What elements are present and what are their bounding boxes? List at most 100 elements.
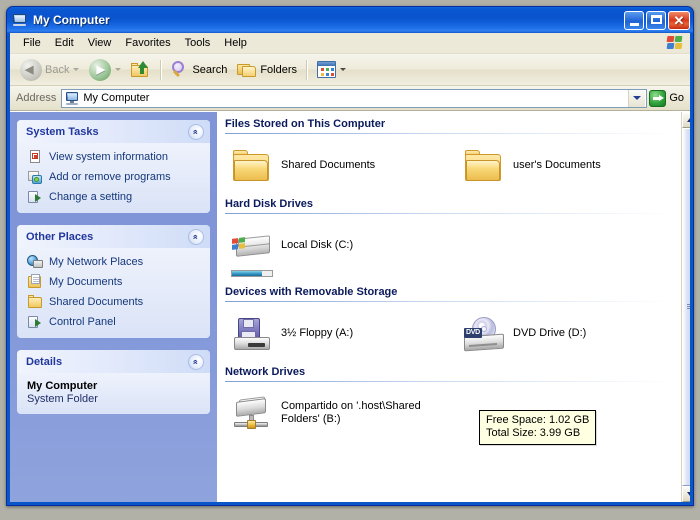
- search-label: Search: [192, 64, 227, 76]
- group-row-hard-disk-drives: Local Disk (C:): [217, 216, 681, 280]
- chevron-up-icon[interactable]: «: [188, 229, 204, 245]
- panel-system-tasks: System Tasks « View system information A…: [17, 120, 210, 213]
- panel-other-places-header[interactable]: Other Places «: [17, 225, 210, 248]
- link-my-network-places[interactable]: My Network Places: [27, 254, 202, 270]
- address-input[interactable]: My Computer: [61, 89, 647, 108]
- chevron-up-icon[interactable]: «: [188, 124, 204, 140]
- link-my-documents[interactable]: My Documents: [27, 274, 202, 290]
- tooltip-free-space: Free Space: 1.02 GB: [486, 414, 589, 427]
- address-dropdown-button[interactable]: [628, 90, 645, 107]
- panel-system-tasks-body: View system information Add or remove pr…: [17, 143, 210, 213]
- link-change-a-setting[interactable]: Change a setting: [27, 189, 202, 205]
- tooltip-total-size: Total Size: 3.99 GB: [486, 427, 589, 440]
- group-divider: [225, 301, 675, 302]
- forward-dropdown-icon[interactable]: [115, 68, 121, 71]
- back-arrow-icon: ◀: [20, 59, 42, 81]
- window-titlebar[interactable]: My Computer ✕: [7, 7, 693, 33]
- search-button[interactable]: Search: [166, 57, 232, 83]
- link-label: View system information: [49, 151, 168, 163]
- menu-bar: File Edit View Favorites Tools Help: [10, 33, 690, 54]
- group-header-label: Hard Disk Drives: [225, 198, 313, 210]
- link-label: Add or remove programs: [49, 171, 171, 183]
- group-header-removable-storage: Devices with Removable Storage: [217, 282, 681, 304]
- group-row-removable-storage: 3½ Floppy (A:) DVD DVD Drive (D:): [217, 304, 681, 360]
- menu-item-edit[interactable]: Edit: [48, 35, 81, 51]
- go-arrow-icon: [649, 90, 666, 107]
- hard-disk-icon: [231, 226, 273, 266]
- my-documents-icon: [27, 274, 43, 290]
- window-controls: ✕: [624, 11, 690, 30]
- group-header-hard-disk-drives: Hard Disk Drives: [217, 194, 681, 216]
- file-item-dvd-drive-d[interactable]: DVD DVD Drive (D:): [449, 314, 681, 354]
- link-label: My Network Places: [49, 256, 143, 268]
- file-item-label: Shared Documents: [281, 146, 375, 172]
- control-panel-icon: [27, 189, 43, 205]
- views-button[interactable]: [312, 57, 351, 83]
- up-button[interactable]: [126, 57, 156, 83]
- file-item-label: Local Disk (C:): [281, 226, 353, 252]
- file-item-floppy-a[interactable]: 3½ Floppy (A:): [217, 314, 449, 354]
- group-header-files-stored: Files Stored on This Computer: [217, 114, 681, 136]
- back-dropdown-icon[interactable]: [73, 68, 79, 71]
- menu-item-help[interactable]: Help: [217, 35, 254, 51]
- group-divider: [225, 213, 675, 214]
- menu-item-view[interactable]: View: [81, 35, 119, 51]
- group-header-label: Devices with Removable Storage: [225, 286, 397, 298]
- link-shared-documents[interactable]: Shared Documents: [27, 294, 202, 310]
- up-folder-icon: [131, 61, 151, 79]
- file-item-local-disk-c[interactable]: Local Disk (C:): [217, 226, 449, 266]
- go-button[interactable]: Go: [647, 88, 688, 108]
- group-header-label: Files Stored on This Computer: [225, 118, 385, 130]
- address-value: My Computer: [83, 92, 149, 104]
- panel-other-places: Other Places « My Network Places My Docu…: [17, 225, 210, 338]
- scrollbar-track[interactable]: [682, 128, 690, 486]
- menu-item-favorites[interactable]: Favorites: [118, 35, 177, 51]
- add-remove-programs-icon: [27, 169, 43, 185]
- file-item-network-drive-b[interactable]: Compartido on '.host\Shared Folders' (B:…: [217, 394, 477, 434]
- file-item-label: user's Documents: [513, 146, 601, 172]
- group-divider: [225, 133, 675, 134]
- views-icon: [317, 61, 336, 78]
- chevron-down-icon: [633, 96, 641, 100]
- vertical-scrollbar[interactable]: [681, 112, 690, 502]
- file-item-users-documents[interactable]: user's Documents: [449, 146, 681, 186]
- chevron-up-icon[interactable]: «: [188, 354, 204, 370]
- link-add-or-remove-programs[interactable]: Add or remove programs: [27, 169, 202, 185]
- details-item-type: System Folder: [27, 393, 200, 405]
- maximize-button[interactable]: [646, 11, 666, 30]
- menu-item-tools[interactable]: Tools: [178, 35, 218, 51]
- toolbar-separator: [160, 60, 162, 80]
- link-control-panel[interactable]: Control Panel: [27, 314, 202, 330]
- panel-system-tasks-header[interactable]: System Tasks «: [17, 120, 210, 143]
- forward-button[interactable]: ▶: [84, 57, 126, 83]
- dvd-drive-icon: DVD: [463, 314, 505, 354]
- control-panel-icon: [27, 314, 43, 330]
- views-dropdown-icon[interactable]: [340, 68, 346, 71]
- link-view-system-information[interactable]: View system information: [27, 149, 202, 165]
- panel-system-tasks-title: System Tasks: [26, 126, 188, 138]
- panel-details: Details « My Computer System Folder: [17, 350, 210, 414]
- link-label: Control Panel: [49, 316, 116, 328]
- back-label: Back: [45, 64, 69, 76]
- disk-capacity-tooltip: Free Space: 1.02 GB Total Size: 3.99 GB: [479, 410, 596, 445]
- task-pane-sidebar: System Tasks « View system information A…: [10, 112, 217, 502]
- group-header-network-drives: Network Drives: [217, 362, 681, 384]
- file-list-pane[interactable]: Files Stored on This Computer Shared Doc…: [217, 112, 690, 502]
- folder-icon: [231, 146, 273, 186]
- file-item-shared-documents[interactable]: Shared Documents: [217, 146, 449, 186]
- back-button[interactable]: ◀ Back: [15, 57, 84, 83]
- panel-details-body: My Computer System Folder: [17, 373, 210, 414]
- scrollbar-thumb[interactable]: [682, 128, 690, 486]
- close-button[interactable]: ✕: [668, 11, 690, 30]
- menu-item-file[interactable]: File: [16, 35, 48, 51]
- scroll-up-button[interactable]: [682, 112, 690, 128]
- group-header-label: Network Drives: [225, 366, 305, 378]
- folders-button[interactable]: Folders: [232, 57, 302, 83]
- panel-details-header[interactable]: Details «: [17, 350, 210, 373]
- file-item-label: Compartido on '.host\Shared Folders' (B:…: [281, 394, 441, 426]
- scroll-down-button[interactable]: [682, 486, 690, 502]
- navigation-toolbar: ◀ Back ▶ Search: [10, 54, 690, 86]
- minimize-button[interactable]: [624, 11, 644, 30]
- forward-arrow-icon: ▶: [89, 59, 111, 81]
- windows-flag-icon: [667, 36, 685, 51]
